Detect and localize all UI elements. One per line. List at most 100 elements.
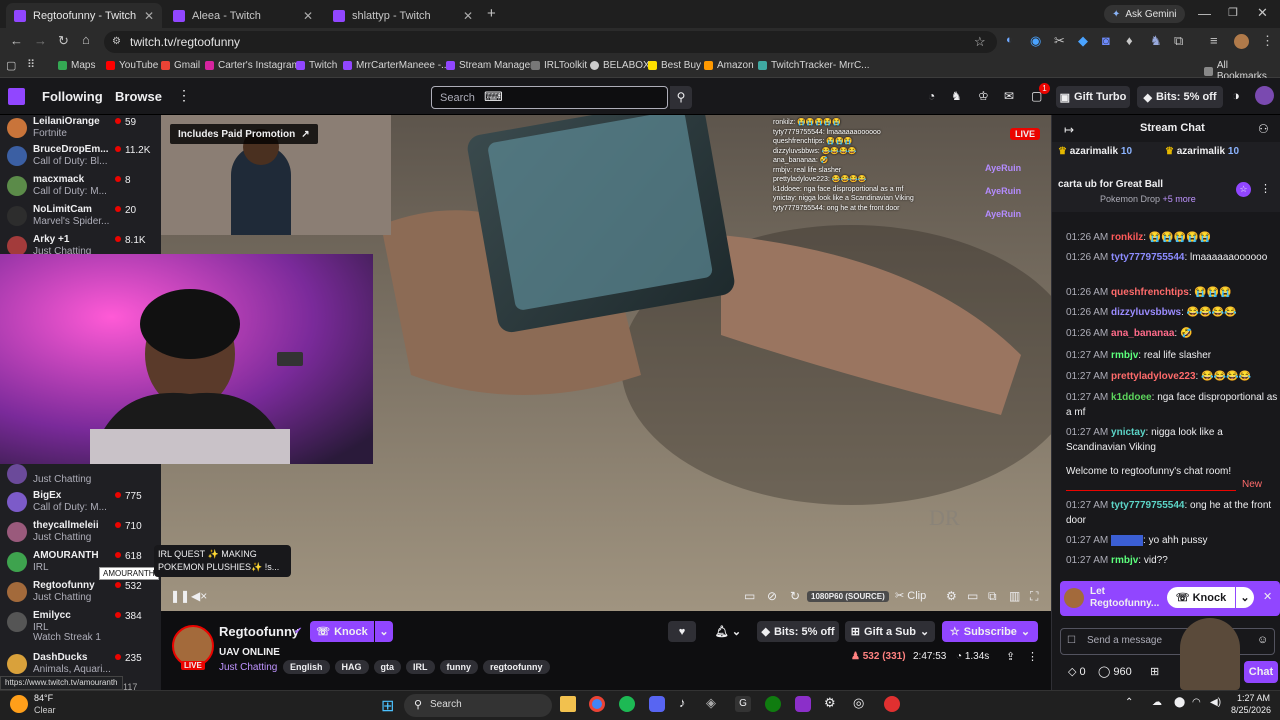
theatre-mode-icon[interactable]: ▭ xyxy=(967,589,978,603)
more-options-icon[interactable]: ⋮ xyxy=(1260,182,1271,195)
chat-username[interactable]: rmbjv xyxy=(1111,555,1138,566)
tray-icon[interactable]: ⬤ xyxy=(1174,697,1185,708)
app-g-icon[interactable]: G xyxy=(735,696,751,712)
extension-icon[interactable]: ◙ xyxy=(1102,33,1110,48)
sidebar-channel[interactable]: LeilaniOrange Fortnite 59 xyxy=(0,115,161,145)
prime-icon[interactable]: ◑ xyxy=(1232,88,1240,103)
chat-username[interactable]: ynictay xyxy=(1111,427,1145,438)
nav-browse[interactable]: Browse xyxy=(115,89,162,104)
taskbar-search[interactable]: ⚲ Search xyxy=(404,694,552,717)
sidebar-channel[interactable]: BruceDropEm... Call of Duty: Bl... 11.2K xyxy=(0,143,161,173)
app-icon[interactable] xyxy=(884,696,900,712)
chat-message[interactable]: 01:26 AM ronkilz: 😭😭😭😭😭 xyxy=(1066,230,1278,245)
share-icon[interactable]: ⇪ xyxy=(1006,650,1015,663)
users-icon[interactable]: ⚇ xyxy=(1258,122,1269,136)
chat-message[interactable]: 01:27 AM k1ddoee: nga face disproportion… xyxy=(1066,390,1278,420)
emote-picker-icon[interactable]: ☺ xyxy=(1257,634,1268,646)
back-icon[interactable]: ← xyxy=(10,33,23,48)
stream-tag[interactable]: IRL xyxy=(406,660,435,674)
chat-message[interactable]: 01:26 AM tyty7779755544: lmaaaaaaoooooo xyxy=(1066,250,1278,265)
close-tab-icon[interactable]: ✕ xyxy=(144,9,154,23)
drop-more-link[interactable]: +5 more xyxy=(1163,194,1196,204)
bookmark-star-icon[interactable]: ☆ xyxy=(974,31,986,53)
new-tab-icon[interactable]: + xyxy=(487,5,496,22)
weather-icon[interactable] xyxy=(10,695,28,713)
sidebar-toggle-icon[interactable]: ▥ xyxy=(1009,589,1020,603)
drop-banner[interactable]: carta ub for Great Ball xyxy=(1058,179,1163,190)
browser-tab[interactable]: shlattyp - Twitch ✕ xyxy=(325,3,481,28)
app-icon[interactable] xyxy=(795,696,811,712)
pinned-user[interactable]: ♛ azarimalik 10 xyxy=(1165,146,1239,157)
stream-tag[interactable]: funny xyxy=(439,660,479,674)
channel-points[interactable]: ◯ 960 xyxy=(1098,665,1132,678)
bits-button[interactable]: ◆ Bits: 5% off xyxy=(757,621,839,642)
tab-search-icon[interactable]: ▢ xyxy=(6,59,16,72)
close-tab-icon[interactable]: ✕ xyxy=(463,9,473,23)
search-button[interactable]: ⚲ xyxy=(670,86,692,109)
chat-send-button[interactable]: Chat xyxy=(1244,661,1278,683)
stream-tag[interactable]: English xyxy=(283,660,330,674)
sync-icon[interactable]: ↻ xyxy=(790,589,800,603)
close-icon[interactable]: ✕ xyxy=(1263,590,1272,603)
activity-icon[interactable]: ◔ xyxy=(928,89,935,103)
chat-message[interactable]: 01:27 AM tyty7779755544: ong he at the f… xyxy=(1066,498,1278,528)
chat-message[interactable]: 01:26 AM dizzyluvsbbws: 😂😂😂😂 xyxy=(1066,305,1278,320)
gift-sub-button[interactable]: ⊞ Gift a Sub ⌄ xyxy=(845,621,935,642)
chat-message[interactable]: 01:26 AM ana_bananaa: 🤣 xyxy=(1066,326,1278,341)
tray-icon[interactable]: ☁ xyxy=(1152,697,1162,708)
popout-icon[interactable]: ⧉ xyxy=(988,589,997,604)
discord-icon[interactable] xyxy=(649,696,665,712)
notify-bell-button[interactable]: 🔔︎ ⌄ xyxy=(707,621,749,642)
sidebar-channel[interactable]: Just Chatting xyxy=(0,461,161,491)
chat-username[interactable]: ana_bananaa xyxy=(1111,328,1174,339)
extension-icon[interactable]: ♞ xyxy=(1150,33,1162,49)
chat-input[interactable]: ☐ Send a message ☺ xyxy=(1060,628,1275,655)
chat-username[interactable]: ronkilz xyxy=(1111,232,1143,243)
close-tab-icon[interactable]: ✕ xyxy=(303,9,313,23)
captions-off-icon[interactable]: ⊘ xyxy=(767,589,777,603)
bookmark-gmail[interactable]: Gmail xyxy=(161,60,200,71)
clip-button[interactable]: ✂ Clip xyxy=(895,589,926,602)
bookmark-stream-manager[interactable]: Stream Manager xyxy=(446,60,533,71)
app-icon[interactable]: ⚙ xyxy=(824,695,836,711)
collapse-chat-icon[interactable]: ↦ xyxy=(1064,123,1074,137)
minimize-icon[interactable]: — xyxy=(1198,6,1211,21)
browser-tab[interactable]: Regtoofunny - Twitch ✕ xyxy=(6,3,162,28)
ask-gemini-button[interactable]: ✦ Ask Gemini xyxy=(1104,5,1185,23)
chat-username[interactable]: dizzyluvsbbws xyxy=(1111,307,1181,318)
mute-icon[interactable]: ◀× xyxy=(191,589,207,603)
bookmark-instagram[interactable]: Carter's Instagram xyxy=(205,60,300,71)
bookmark-amazon[interactable]: Amazon xyxy=(704,60,754,71)
category-link[interactable]: Just Chatting xyxy=(219,662,277,673)
bits-offer-button[interactable]: ◆ Bits: 5% off xyxy=(1137,86,1223,108)
bits-points[interactable]: ◇ 0 xyxy=(1068,665,1086,678)
app-icon[interactable]: ◎ xyxy=(853,695,864,711)
extensions-puzzle-icon[interactable]: ⧉ xyxy=(1174,33,1183,49)
reload-icon[interactable]: ↻ xyxy=(58,33,69,49)
bookmark-twitch[interactable]: Twitch xyxy=(296,60,337,71)
spotify-icon[interactable] xyxy=(619,696,635,712)
address-bar[interactable]: ⚙ twitch.tv/regtoofunny ☆ xyxy=(104,31,997,53)
search-input[interactable]: Search ⌨ xyxy=(431,86,668,109)
chat-username[interactable]: rmbjv xyxy=(1111,350,1138,361)
pause-icon[interactable]: ❚❚ xyxy=(170,589,190,603)
gift-icon[interactable]: ⊞ xyxy=(1150,665,1159,678)
bookmark-maps[interactable]: Maps xyxy=(58,60,95,71)
bookmark-mrrcarter[interactable]: MrrCarterManeee -... xyxy=(343,60,449,71)
more-menu-icon[interactable]: ⋮ xyxy=(1261,33,1274,49)
stream-tag[interactable]: gta xyxy=(373,660,402,674)
user-avatar[interactable] xyxy=(1255,86,1274,105)
sidebar-channel[interactable]: Regtoofunny Just Chatting 532 xyxy=(0,579,161,609)
fullscreen-icon[interactable]: ⛶ xyxy=(1030,589,1038,604)
extension-icon[interactable]: ◉ xyxy=(1030,33,1041,49)
apps-grid-icon[interactable]: ⠿ xyxy=(27,58,35,71)
tray-chevron-icon[interactable]: ⌃ xyxy=(1125,697,1133,708)
bookmark-twitchtracker[interactable]: TwitchTracker- MrrC... xyxy=(758,60,870,71)
follow-heart-button[interactable]: ♥ xyxy=(668,621,696,642)
pinned-user[interactable]: ♛ azarimalik 10 xyxy=(1058,146,1132,157)
menu-list-icon[interactable]: ≡ xyxy=(1210,33,1218,48)
chrome-icon[interactable] xyxy=(589,696,605,712)
bookmark-belabox[interactable]: BELABOX xyxy=(590,60,650,71)
sidebar-channel[interactable]: macxmack Call of Duty: M... 8 xyxy=(0,173,161,203)
star-icon[interactable]: ☆ xyxy=(1236,182,1251,197)
